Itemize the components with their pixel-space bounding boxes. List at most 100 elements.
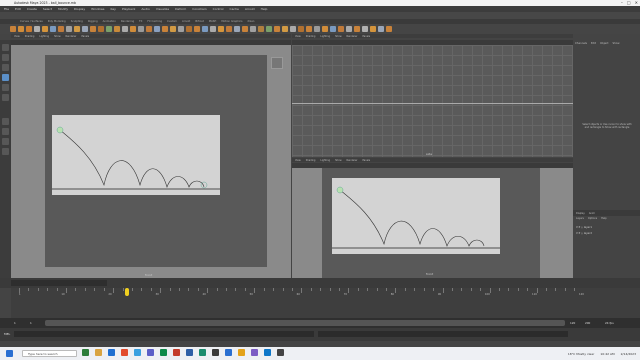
panel-menu-lighting[interactable]: Lighting [320,35,330,38]
menu-file[interactable]: File [4,7,9,11]
taskbar-app-icon[interactable] [212,349,219,356]
taskbar-app-icon[interactable] [121,349,128,356]
shelf-tool-icon[interactable] [50,26,56,32]
shelf-tool-icon[interactable] [90,26,96,32]
shelf-tool-icon[interactable] [306,26,312,32]
shelf-tool-icon[interactable] [226,26,232,32]
panel-menu-show[interactable]: Show [335,35,341,38]
taskbar-app-icon[interactable] [251,349,258,356]
menu-arnold[interactable]: Arnold [245,7,255,11]
shelf-tab[interactable]: Rendering [121,20,134,23]
taskbar-app-icon[interactable] [82,349,89,356]
shelf-tool-icon[interactable] [138,26,144,32]
shelf-tool-icon[interactable] [74,26,80,32]
tab-edit[interactable]: Edit [591,42,596,45]
shelf-tool-icon[interactable] [338,26,344,32]
shelf-tab[interactable]: Custom [167,20,177,23]
shelf-tool-icon[interactable] [314,26,320,32]
camera-gizmo-icon[interactable] [271,57,283,69]
panel-menu-renderer[interactable]: Renderer [347,159,358,162]
layer-menu-layers[interactable]: Layers [576,217,584,220]
ball[interactable] [56,126,64,134]
menu-control[interactable]: Control [213,7,224,11]
shelf-tool-icon[interactable] [146,26,152,32]
panel-menu-renderer[interactable]: Renderer [347,35,358,38]
shelf-tool-icon[interactable] [362,26,368,32]
move-tool-icon[interactable] [2,74,9,81]
lasso-tool-icon[interactable] [2,54,9,61]
shelf-tool-icon[interactable] [34,26,40,32]
taskbar-app-icon[interactable] [147,349,154,356]
scale-tool-icon[interactable] [2,94,9,101]
current-frame-marker[interactable] [125,288,130,296]
shelf-tool-icon[interactable] [114,26,120,32]
shelf-tab[interactable]: Poly Modeling [48,20,66,23]
menu-display[interactable]: Display [74,7,85,11]
shelf-tool-icon[interactable] [218,26,224,32]
shelf-tab[interactable]: Bifrost [195,20,203,23]
menu-edit[interactable]: Edit [15,7,21,11]
tab-channels[interactable]: Channels [575,42,587,45]
menu-deform[interactable]: Deform [175,7,186,11]
shelf-tool-icon[interactable] [266,26,272,32]
tab-object[interactable]: Object [600,42,608,45]
outliner-layout-icon[interactable] [2,148,9,155]
shelf-tool-icon[interactable] [242,26,248,32]
panel-menu-shading[interactable]: Shading [306,35,316,38]
taskbar-app-icon[interactable] [199,349,206,356]
panel-menu-lighting[interactable]: Lighting [39,35,49,38]
clock-date[interactable]: 2/14/2023 [621,352,636,356]
shelf-tab[interactable]: MASH [209,20,217,23]
tab-anim-layers[interactable]: Anim [589,212,595,215]
rotate-tool-icon[interactable] [2,84,9,91]
shelf-tool-icon[interactable] [354,26,360,32]
range-bar[interactable] [45,320,565,326]
range-end-playback[interactable]: 120 [570,321,575,325]
menu-modify[interactable]: Modify [58,7,68,11]
range-start[interactable]: 1 [14,321,16,325]
shelf-tool-icon[interactable] [194,26,200,32]
panel-menu-panels[interactable]: Panels [81,35,89,38]
tab-display-layers[interactable]: Display [576,212,585,215]
menu-key[interactable]: Key [111,7,116,11]
shelf-tool-icon[interactable] [106,26,112,32]
weather-widget[interactable]: 18°C Mostly clear [568,352,595,356]
ball[interactable] [336,186,344,194]
menu-help[interactable]: Help [261,7,268,11]
shelf-tool-icon[interactable] [178,26,184,32]
shelf-tab[interactable]: Rigging [88,20,98,23]
fps-selector[interactable]: 24 fps [605,321,614,325]
shelf-tool-icon[interactable] [122,26,128,32]
tab-show[interactable]: Show [612,42,619,45]
shelf-tool-icon[interactable] [322,26,328,32]
layer-row[interactable]: V P ◇ layer1 [576,226,636,231]
shelf-tool-icon[interactable] [370,26,376,32]
shelf-tool-icon[interactable] [58,26,64,32]
shelf-tool-icon[interactable] [282,26,288,32]
shelf-tool-icon[interactable] [250,26,256,32]
taskbar-app-icon[interactable] [173,349,180,356]
panel-menu-panels[interactable]: Panels [362,159,370,162]
layer-menu-help[interactable]: Help [601,217,606,220]
shelf-tab[interactable]: Motion Graphics [221,20,242,23]
panel-menu-view[interactable]: View [295,159,301,162]
panel-menu-show[interactable]: Show [54,35,60,38]
shelf-tool-icon[interactable] [154,26,160,32]
shelf-tab[interactable]: XGen [247,20,254,23]
paint-tool-icon[interactable] [2,64,9,71]
panel-menu-shading[interactable]: Shading [25,35,35,38]
range-slider[interactable]: 1 1 120 200 24 fps [0,318,640,328]
shelf-tool-icon[interactable] [26,26,32,32]
menu-cache[interactable]: Cache [230,7,239,11]
shelf-tool-icon[interactable] [274,26,280,32]
shelf-tool-icon[interactable] [66,26,72,32]
shelf-tab[interactable]: FX Caching [147,20,162,23]
shelf-tab[interactable]: Arnold [182,20,190,23]
taskbar-app-icon[interactable] [108,349,115,356]
taskbar-app-icon[interactable] [238,349,245,356]
single-view-icon[interactable] [2,118,9,125]
shelf-tool-icon[interactable] [210,26,216,32]
side-viewport[interactable]: side [292,45,573,157]
menu-visualize[interactable]: Visualize [156,7,169,11]
front-viewport[interactable]: front [11,45,291,278]
